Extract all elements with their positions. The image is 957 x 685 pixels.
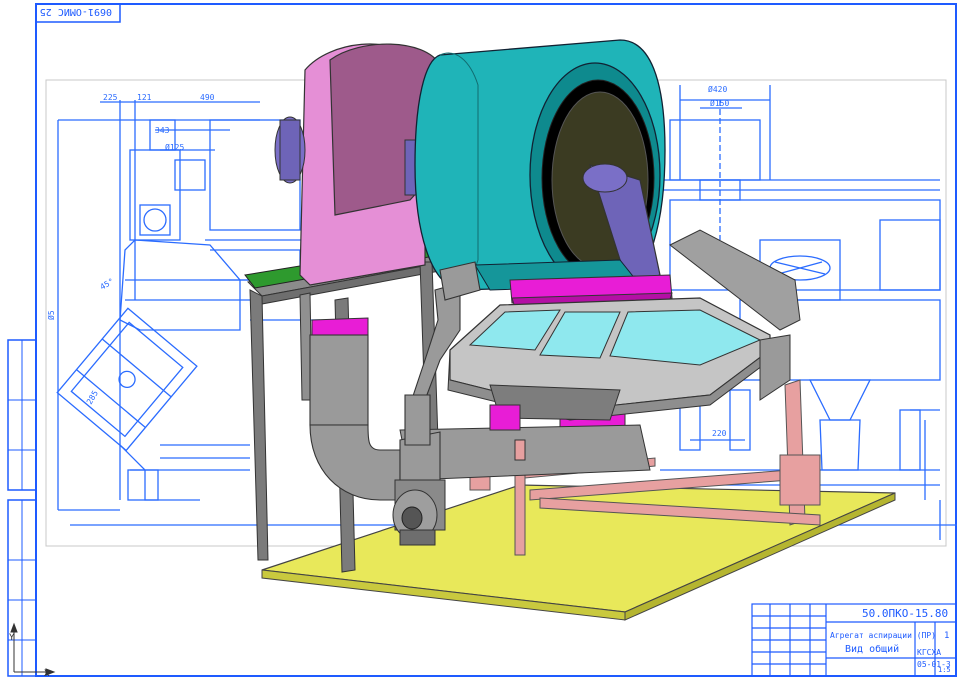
scale-note: 1:5 xyxy=(938,666,951,674)
dim-top-2: 121 xyxy=(137,93,152,102)
dim-bottom-1: 220 xyxy=(712,429,727,438)
axis-y-label: Y xyxy=(9,633,15,643)
doc-code: 50.0ПКО-15.80 xyxy=(862,607,948,620)
ucs-axes-icon xyxy=(10,622,56,676)
dim-right-2: Ø150 xyxy=(710,98,729,108)
drawing-subtitle: Вид общий xyxy=(845,643,899,655)
org-name: КГСХА xyxy=(917,648,941,657)
axis-x-label: X xyxy=(44,669,50,679)
title-block-text: 50.0ПКО-15.80 Агрегат аспирации (ПР) Вид… xyxy=(830,607,951,674)
dim-vertical-2: 285 xyxy=(85,389,100,406)
dim-left-2: Ø125 xyxy=(165,142,184,152)
dim-top-1: 225 xyxy=(103,93,118,102)
corner-code: 0691-ОМИС 25 xyxy=(40,6,112,17)
cad-drawing: 0691-ОМИС 25 225 121 490 343 Ø125 Ø420 Ø… xyxy=(7,3,957,679)
3d-model xyxy=(244,39,896,621)
dim-vertical-1: Ø5 xyxy=(46,310,56,320)
drum-separator xyxy=(414,39,666,291)
dim-top-3: 490 xyxy=(200,93,215,102)
cad-viewport: 0691-ОМИС 25 225 121 490 343 Ø125 Ø420 Ø… xyxy=(0,0,957,680)
sheet-number: 1 xyxy=(944,631,949,641)
dim-left-1: 343 xyxy=(155,126,170,135)
dim-angle: 45° xyxy=(99,277,116,292)
drawing-title: Агрегат аспирации (ПР) xyxy=(830,631,936,640)
dim-right-1: Ø420 xyxy=(708,84,727,94)
